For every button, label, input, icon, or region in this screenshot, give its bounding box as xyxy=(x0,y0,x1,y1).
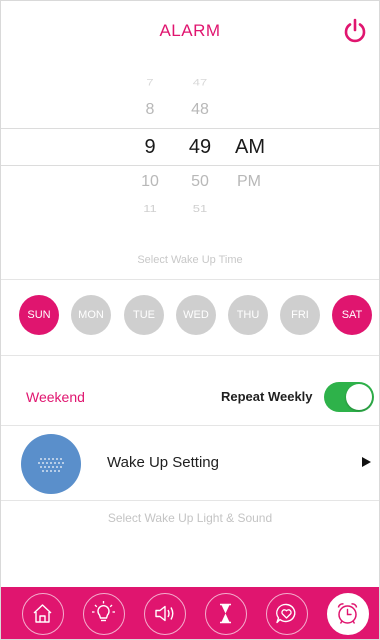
selected-minute[interactable]: 49 xyxy=(180,136,220,159)
day-fri[interactable]: FRI xyxy=(280,295,320,335)
divider xyxy=(1,279,379,280)
heart-chat-icon xyxy=(276,603,296,624)
day-wed[interactable]: WED xyxy=(176,295,216,335)
tab-light[interactable] xyxy=(83,593,125,635)
wake-up-setting-row[interactable]: Wake Up Setting xyxy=(1,426,379,500)
wake-light-preview xyxy=(21,434,81,494)
selection-line-bottom xyxy=(1,165,379,166)
speaker-icon xyxy=(155,605,174,622)
picker-row: 11 51 xyxy=(1,201,379,221)
day-mon[interactable]: MON xyxy=(71,295,111,335)
day-selector: SUN MON TUE WED THU FRI SAT xyxy=(1,295,379,341)
wake-up-setting-label: Wake Up Setting xyxy=(107,454,219,471)
play-arrow-icon xyxy=(362,457,371,467)
tab-sound[interactable] xyxy=(144,593,186,635)
wake-hint: Select Wake Up Light & Sound xyxy=(107,511,273,525)
minute-option[interactable]: 47 xyxy=(182,77,218,88)
repeat-mode-label: Weekend xyxy=(26,389,85,405)
picker-row-selected: 9 49 AM xyxy=(1,136,379,162)
tab-favorites[interactable] xyxy=(266,593,308,635)
selection-line-top xyxy=(1,128,379,129)
tab-alarm[interactable] xyxy=(327,593,369,635)
day-tue[interactable]: TUE xyxy=(124,295,164,335)
picker-row: 8 48 xyxy=(1,101,379,123)
speaker-grille-icon xyxy=(38,458,64,472)
time-picker[interactable]: 7 47 8 48 9 49 AM 10 50 PM 11 51 xyxy=(1,61,379,236)
period-option[interactable]: PM xyxy=(231,173,267,191)
selected-period[interactable]: AM xyxy=(229,136,271,159)
power-icon xyxy=(344,18,366,43)
lightbulb-icon xyxy=(92,601,115,622)
selected-hour[interactable]: 9 xyxy=(132,136,168,159)
minute-option[interactable]: 50 xyxy=(182,173,218,191)
minute-option[interactable]: 48 xyxy=(182,101,218,119)
hour-option[interactable]: 8 xyxy=(132,101,168,119)
repeat-weekly-toggle[interactable] xyxy=(324,382,374,412)
hour-option[interactable]: 7 xyxy=(132,77,168,88)
divider xyxy=(1,500,379,501)
alarm-screen: ALARM 7 47 8 48 9 49 AM 10 50 PM 11 51 S… xyxy=(0,0,380,640)
day-thu[interactable]: THU xyxy=(228,295,268,335)
tab-home[interactable] xyxy=(22,593,64,635)
tab-bar xyxy=(1,587,379,639)
picker-row: 10 50 PM xyxy=(1,173,379,195)
hour-option[interactable]: 11 xyxy=(132,203,168,214)
header: ALARM xyxy=(1,1,379,61)
picker-row: 7 47 xyxy=(1,75,379,95)
day-sat[interactable]: SAT xyxy=(332,295,372,335)
home-icon xyxy=(33,604,52,623)
divider xyxy=(1,355,379,356)
day-sun[interactable]: SUN xyxy=(19,295,59,335)
hourglass-icon xyxy=(220,603,231,624)
power-button[interactable] xyxy=(341,17,369,45)
picker-hint: Select Wake Up Time xyxy=(137,254,243,266)
alarm-clock-icon xyxy=(337,603,358,624)
tab-sleep-timer[interactable] xyxy=(205,593,247,635)
hour-option[interactable]: 10 xyxy=(132,173,168,191)
page-title: ALARM xyxy=(159,21,221,40)
minute-option[interactable]: 51 xyxy=(182,203,218,214)
repeat-weekly-label: Repeat Weekly xyxy=(221,389,313,404)
toggle-knob xyxy=(346,384,372,410)
